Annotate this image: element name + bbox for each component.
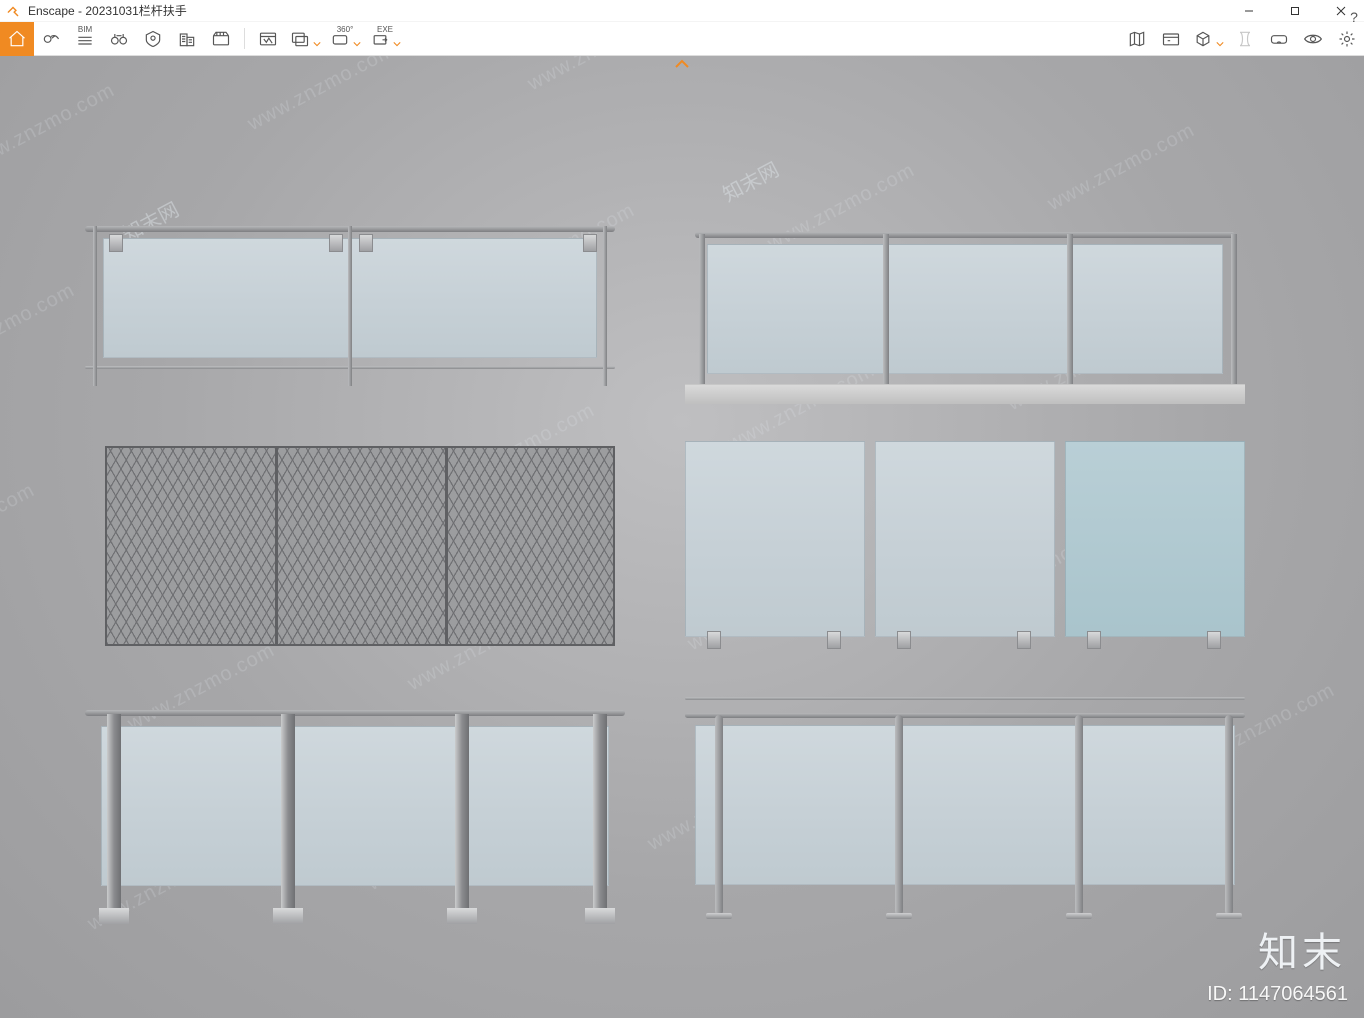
collab-icon[interactable] [1228,22,1262,56]
railing-glass-square-baluster [85,696,625,926]
window-maximize-button[interactable] [1272,0,1318,22]
chevron-down-icon [353,35,361,43]
watermark-cn: 知末网 [717,154,784,208]
render-viewport[interactable]: www.znzmo.comwww.znzmo.comwww.znzmo.comw… [0,56,1364,1018]
app-logo-icon [2,0,24,22]
asset-library-icon[interactable] [1154,22,1188,56]
chevron-down-icon [393,35,401,43]
bim-icon[interactable]: BIM [68,22,102,56]
chevron-down-icon [1216,35,1224,43]
window-titlebar: Enscape - 20231031栏杆扶手 [0,0,1364,22]
railing-frameless-glass-clips [685,441,1245,656]
batch-render-icon[interactable] [285,22,325,56]
railing-glass-double-rail [85,216,615,396]
window-minimize-button[interactable] [1226,0,1272,22]
safe-frame-icon[interactable] [136,22,170,56]
help-icon[interactable]: ? [1344,0,1364,34]
asset-id-overlay: ID: 1147064561 [1207,983,1348,1006]
screenshot-icon[interactable] [251,22,285,56]
orbit-cube-icon[interactable] [1188,22,1228,56]
collapse-toolbar-chevron[interactable] [674,56,690,74]
window-title: Enscape - 20231031栏杆扶手 [28,2,187,19]
main-toolbar: BIM 360° EXE [0,22,1364,56]
exe-export-icon[interactable]: EXE [365,22,405,56]
mono-panorama-icon[interactable]: 360° [325,22,365,56]
vr-headset-icon[interactable] [1262,22,1296,56]
visual-settings-icon[interactable] [1296,22,1330,56]
model-stage [85,216,1275,976]
site-context-icon[interactable] [170,22,204,56]
minimap-icon[interactable] [1120,22,1154,56]
brand-overlay: 知末 [1258,920,1346,978]
home-button[interactable] [0,22,34,56]
railing-expanded-metal-mesh [105,446,615,646]
binoculars-icon[interactable] [102,22,136,56]
railing-glass-round-baluster [685,691,1245,931]
chevron-down-icon [313,35,321,43]
views-icon[interactable] [34,22,68,56]
video-path-icon[interactable] [204,22,238,56]
railing-glass-post-on-slab [685,216,1245,406]
